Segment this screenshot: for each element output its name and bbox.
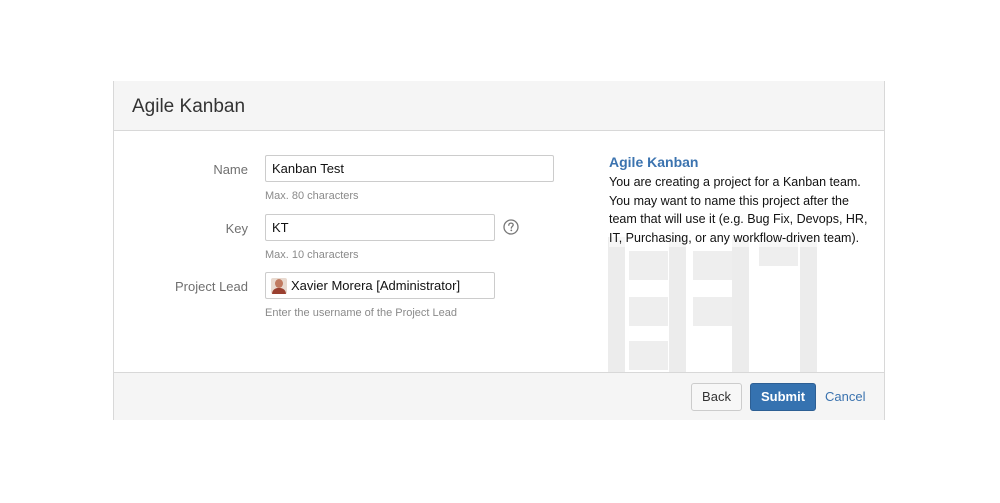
- key-hint: Max. 10 characters: [265, 249, 359, 261]
- kanban-card: [693, 251, 732, 280]
- project-lead-label: Project Lead: [175, 279, 248, 294]
- dialog-header: Agile Kanban: [114, 81, 884, 131]
- name-label: Name: [213, 162, 248, 177]
- create-project-dialog: Agile Kanban Name Max. 80 characters Key: [113, 81, 885, 420]
- kanban-card: [693, 297, 732, 326]
- dialog-footer: Back Submit Cancel: [114, 372, 884, 420]
- project-type-title: Agile Kanban: [609, 154, 699, 170]
- kanban-card: [629, 341, 668, 370]
- name-hint: Max. 80 characters: [265, 190, 359, 202]
- key-input[interactable]: [265, 214, 495, 241]
- kanban-card: [629, 251, 668, 280]
- kanban-column-divider: [669, 237, 686, 372]
- kanban-column-divider: [732, 237, 749, 372]
- kanban-column-divider: [800, 237, 817, 372]
- cancel-link[interactable]: Cancel: [825, 389, 865, 404]
- back-button[interactable]: Back: [691, 383, 742, 411]
- project-lead-hint: Enter the username of the Project Lead: [265, 307, 458, 319]
- kanban-card: [629, 297, 668, 326]
- project-type-description: Agile Kanban You are creating a project …: [609, 154, 874, 247]
- kanban-column-divider: [608, 237, 625, 372]
- project-type-text: You are creating a project for a Kanban …: [609, 173, 874, 247]
- name-input[interactable]: [265, 155, 554, 182]
- project-lead-value: Xavier Morera [Administrator]: [291, 278, 461, 293]
- key-label: Key: [225, 221, 248, 236]
- question-circle-icon[interactable]: [503, 219, 519, 235]
- user-avatar-icon: [271, 277, 287, 294]
- project-lead-picker[interactable]: Xavier Morera [Administrator]: [265, 272, 495, 299]
- submit-button[interactable]: Submit: [750, 383, 816, 411]
- kanban-board-illustration: [608, 237, 818, 372]
- dialog-body: Name Max. 80 characters Key Max. 10 char…: [114, 132, 884, 372]
- dialog-title: Agile Kanban: [132, 96, 246, 117]
